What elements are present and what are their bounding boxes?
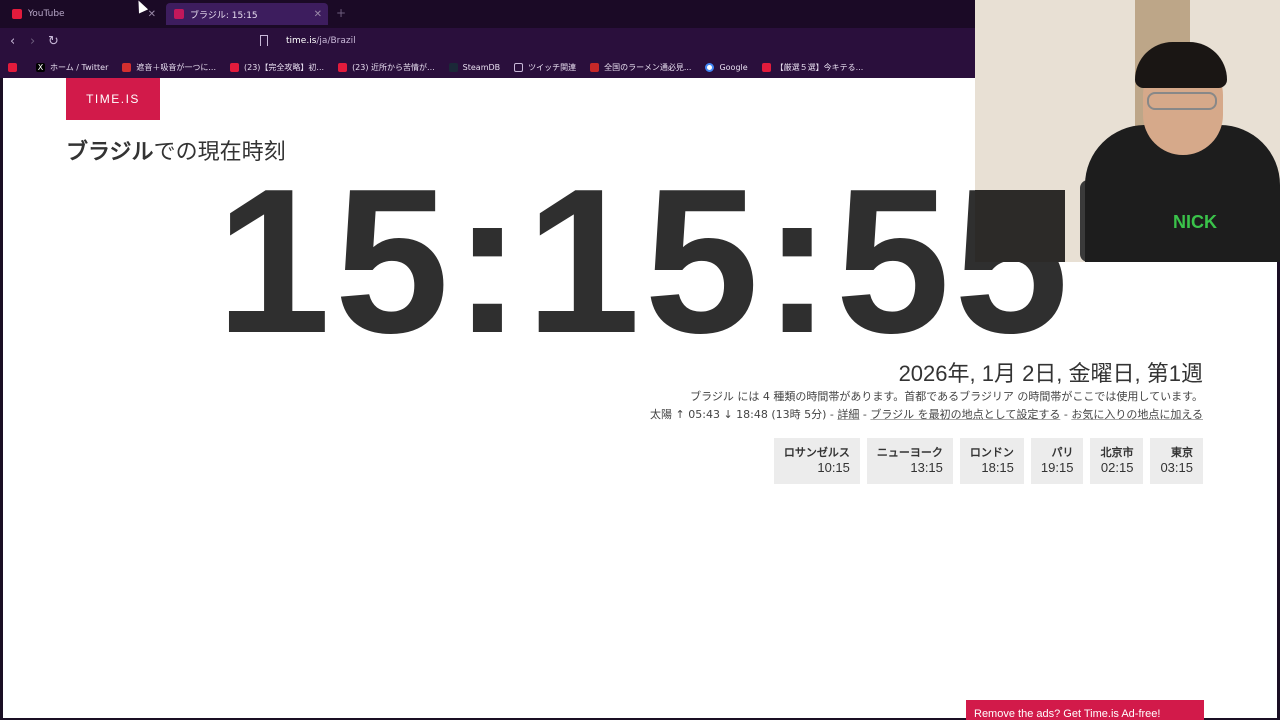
city-time: 18:15 (981, 460, 1014, 475)
site-icon (590, 62, 600, 72)
timeis-logo[interactable]: TIME.IS (66, 78, 160, 120)
city-clock[interactable]: ロンドン 18:15 (959, 438, 1024, 484)
x-icon: X (36, 62, 45, 72)
city-name: ロンドン (969, 446, 1014, 459)
city-name: 北京市 (1100, 446, 1134, 459)
bookmark-label: SteamDB (462, 62, 501, 72)
bookmark-item[interactable]: (23) 近所から苦情が... (338, 62, 435, 73)
bookmarks-bar: X ホーム / Twitter 遮音＋吸音が一つに... (23)【完全攻略】初.… (0, 56, 975, 78)
bookmark-label: ホーム / Twitter (50, 62, 109, 72)
bookmark-folder[interactable]: ツイッチ関連 (514, 62, 576, 73)
tab-timeis[interactable]: ブラジル: 15:15 ✕ (166, 3, 328, 25)
separator: - (862, 408, 867, 421)
city-clocks: ロサンゼルス 10:15 ニューヨーク 13:15 ロンドン 18:15 パリ 19:1… (773, 438, 1203, 484)
city-name: ロサンゼルス (783, 446, 850, 459)
bookmark-label: 全国のラーメン通必見... (604, 62, 692, 72)
date-display: 2026年, 1月 2日, 金曜日, 第1週 (898, 361, 1203, 386)
youtube-icon (230, 62, 239, 72)
set-first-location-link[interactable]: ブラジル を最初の地点として設定する (870, 408, 1060, 421)
bookmark-icon[interactable] (260, 35, 268, 46)
url-host: time.is (286, 36, 317, 46)
city-time: 10:15 (817, 460, 850, 475)
url-path: /ja/Brazil (316, 36, 356, 46)
site-icon (122, 62, 132, 72)
details-link[interactable]: 詳細 (837, 408, 859, 421)
city-time: 13:15 (910, 460, 943, 475)
city-time: 02:15 (1100, 460, 1134, 475)
bookmark-item[interactable]: 遮音＋吸音が一つに... (122, 62, 216, 73)
bookmark-item[interactable]: (23)【完全攻略】初... (230, 62, 324, 73)
back-icon[interactable]: ‹ (10, 34, 15, 49)
city-time: 03:15 (1160, 460, 1193, 475)
person-hair (1135, 42, 1227, 88)
city-name: 東京 (1171, 446, 1193, 459)
google-icon (705, 62, 715, 72)
heading-location: ブラジル (66, 140, 154, 165)
city-name: ニューヨーク (876, 446, 943, 459)
tab-title: ブラジル: 15:15 (190, 10, 258, 21)
sun-times: 太陽 ↑ 05:43 ↓ 18:48 (13時 5分) - (650, 408, 834, 421)
glasses (1147, 92, 1217, 110)
bookmark-label: ツイッチ関連 (528, 62, 577, 72)
youtube-icon (338, 62, 348, 72)
close-icon[interactable]: ✕ (314, 9, 322, 20)
steam-icon (448, 62, 458, 72)
bookmark-item[interactable]: X ホーム / Twitter (36, 62, 108, 73)
address-bar: ‹ › ↻ time.is/ja/Brazil (0, 28, 975, 56)
tab-title: YouTube (28, 9, 65, 19)
remove-ads-button[interactable]: Remove the ads? Get Time.is Ad-free! (966, 700, 1204, 720)
city-clock[interactable]: ロサンゼルス 10:15 (773, 438, 860, 484)
sun-info: 太陽 ↑ 05:43 ↓ 18:48 (13時 5分) - 詳細 - ブラジル … (650, 406, 1203, 422)
clock-display: 15:15:55 (216, 146, 1073, 376)
separator: - (1063, 408, 1068, 421)
url-field[interactable]: time.is/ja/Brazil (286, 36, 356, 46)
close-icon[interactable]: ✕ (148, 9, 156, 20)
bookmark-label: 【厳選５選】今キテる... (775, 62, 864, 72)
folder-icon (514, 62, 524, 72)
bookmark-item[interactable] (8, 62, 22, 72)
bookmark-item[interactable]: SteamDB (448, 62, 501, 72)
bookmark-item[interactable]: 全国のラーメン通必見... (590, 62, 691, 73)
youtube-icon (12, 9, 22, 19)
city-clock[interactable]: 東京 03:15 (1150, 438, 1203, 484)
bookmark-label: (23)【完全攻略】初... (244, 62, 325, 72)
webcam-overlay: NICK (975, 0, 1280, 262)
city-clock[interactable]: パリ 19:15 (1030, 438, 1084, 484)
youtube-icon (761, 62, 771, 72)
bookmark-label: 遮音＋吸音が一つに... (136, 62, 216, 72)
bookmark-label: Google (719, 62, 748, 72)
reload-icon[interactable]: ↻ (48, 34, 59, 49)
background-shelf (975, 190, 1065, 262)
shirt-text: NICK (1173, 212, 1217, 232)
tab-bar: YouTube ✕ ブラジル: 15:15 ✕ + (0, 0, 975, 28)
city-name: パリ (1051, 446, 1074, 459)
youtube-icon (8, 62, 17, 72)
timeis-icon (174, 9, 184, 19)
bookmark-item[interactable]: 【厳選５選】今キテる... (761, 62, 864, 73)
add-favorite-link[interactable]: お気に入りの地点に加える (1071, 408, 1203, 421)
forward-icon[interactable]: › (30, 34, 35, 49)
timezone-info: ブラジル には 4 種類の時間帯があります。首都であるブラジリア の時間帯がここ… (690, 390, 1203, 403)
city-clock[interactable]: 北京市 02:15 (1090, 438, 1144, 484)
new-tab-button[interactable]: + (336, 6, 346, 20)
city-time: 19:15 (1040, 460, 1074, 475)
bookmark-label: (23) 近所から苦情が... (352, 62, 435, 72)
bookmark-item[interactable]: Google (705, 62, 748, 72)
city-clock[interactable]: ニューヨーク 13:15 (866, 438, 953, 484)
